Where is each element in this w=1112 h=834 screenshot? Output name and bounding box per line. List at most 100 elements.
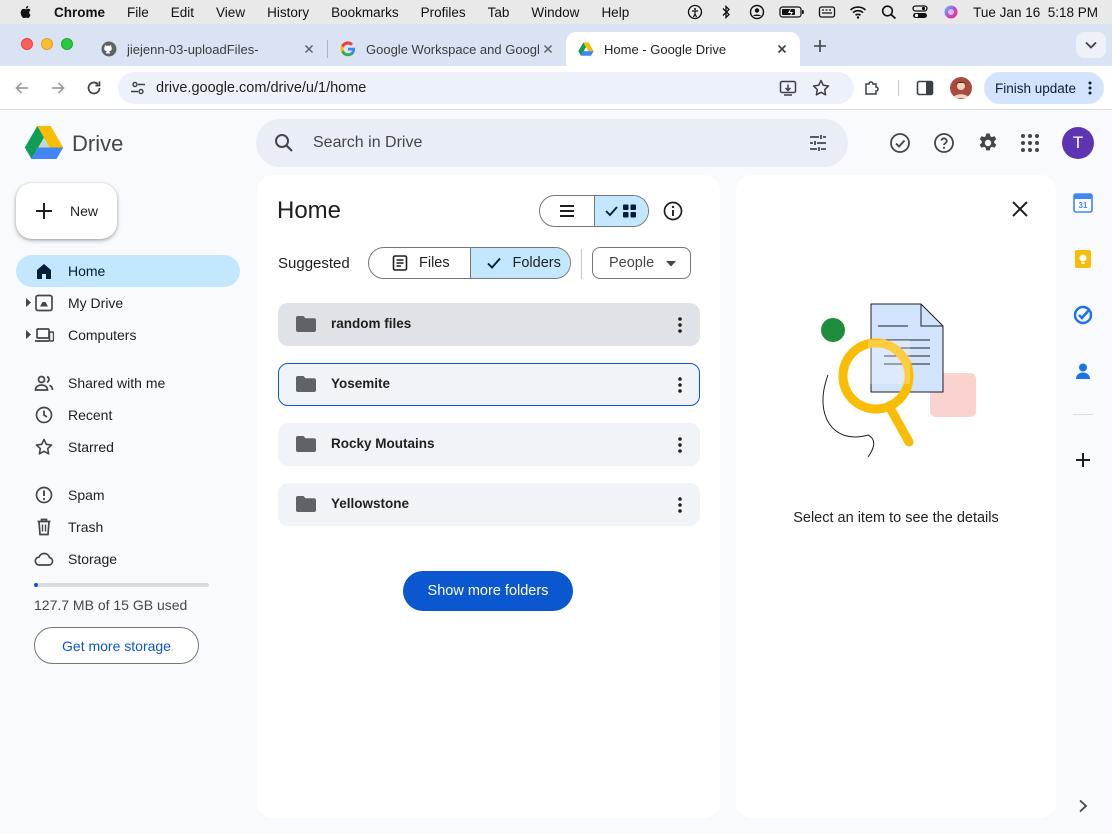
more-actions-icon[interactable]	[671, 495, 689, 515]
spam-icon	[35, 486, 53, 504]
menu-bookmarks[interactable]: Bookmarks	[331, 5, 399, 20]
search-input[interactable]: Search in Drive	[313, 134, 422, 152]
folder-card[interactable]: Rocky Moutains	[278, 423, 700, 466]
sidebar-item-starred[interactable]: Starred	[16, 431, 240, 463]
search-icon[interactable]	[274, 133, 294, 153]
siri-icon[interactable]	[942, 4, 960, 20]
contacts-icon[interactable]	[1073, 361, 1093, 381]
keyboard-icon[interactable]	[818, 4, 836, 20]
people-filter-dropdown[interactable]: People	[592, 247, 691, 279]
user-account-icon[interactable]	[748, 4, 766, 20]
finish-update-button[interactable]: Finish update	[984, 72, 1104, 104]
accessibility-icon[interactable]	[686, 4, 704, 20]
tab-title: Home - Google Drive	[604, 41, 727, 57]
reload-icon[interactable]	[84, 78, 104, 98]
more-actions-icon[interactable]	[671, 375, 689, 395]
address-bar[interactable]: drive.google.com/drive/u/1/home	[118, 72, 854, 104]
sidebar-item-trash[interactable]: Trash	[16, 511, 240, 543]
search-options-icon[interactable]	[808, 133, 828, 153]
sidebar-item-spam[interactable]: Spam	[16, 479, 240, 511]
menu-profiles[interactable]: Profiles	[421, 5, 466, 20]
keep-icon[interactable]	[1073, 249, 1093, 269]
github-icon	[101, 41, 117, 57]
ready-for-offline-icon[interactable]	[889, 132, 911, 154]
menu-file[interactable]: File	[127, 5, 149, 20]
folder-card[interactable]: random files	[278, 303, 700, 346]
folder-card[interactable]: Yellowstone	[278, 483, 700, 526]
sidebar-item-my-drive[interactable]: My Drive	[16, 287, 240, 319]
menu-view[interactable]: View	[216, 5, 245, 20]
zoom-window-button[interactable]	[61, 38, 73, 50]
folders-chip[interactable]: Folders	[469, 248, 570, 278]
sidebar-item-label: Recent	[68, 407, 113, 423]
folder-card[interactable]: Yosemite	[278, 363, 700, 406]
site-settings-icon[interactable]	[130, 80, 146, 96]
search-bar[interactable]: Search in Drive	[256, 119, 848, 167]
expand-caret-icon[interactable]	[25, 330, 31, 339]
close-tab-icon[interactable]	[301, 41, 317, 57]
list-view-button[interactable]	[540, 196, 594, 226]
more-vert-icon	[1088, 81, 1092, 95]
back-icon[interactable]	[12, 78, 32, 98]
sidebar-item-recent[interactable]: Recent	[16, 399, 240, 431]
more-actions-icon[interactable]	[671, 435, 689, 455]
menu-app-chrome[interactable]: Chrome	[54, 5, 105, 20]
tasks-icon[interactable]	[1073, 305, 1093, 325]
tab-github[interactable]: jiejenn-03-uploadFiles-	[89, 32, 327, 66]
get-add-ons-plus-icon[interactable]	[1073, 450, 1093, 470]
sidebar-item-label: Trash	[68, 519, 104, 535]
drive-brand[interactable]: Drive	[72, 131, 123, 157]
get-more-storage-button[interactable]: Get more storage	[34, 627, 199, 664]
menu-history[interactable]: History	[267, 5, 309, 20]
tab-google-drive[interactable]: Home - Google Drive	[566, 32, 800, 66]
menu-window[interactable]: Window	[531, 5, 579, 20]
wifi-icon[interactable]	[849, 4, 867, 20]
spotlight-search-icon[interactable]	[880, 4, 898, 20]
sidebar-item-shared-with-me[interactable]: Shared with me	[16, 367, 240, 399]
more-actions-icon[interactable]	[671, 315, 689, 335]
close-icon[interactable]	[1009, 198, 1031, 220]
drive-logo-icon[interactable]	[24, 125, 64, 161]
close-tab-icon[interactable]	[540, 41, 556, 57]
account-avatar[interactable]: T	[1062, 127, 1094, 159]
chevron-right-icon[interactable]	[1077, 799, 1089, 813]
new-tab-icon[interactable]	[811, 37, 829, 55]
toolbar-separator	[898, 80, 899, 96]
info-icon[interactable]	[662, 200, 684, 222]
bluetooth-icon[interactable]	[717, 4, 735, 20]
url-text[interactable]: drive.google.com/drive/u/1/home	[156, 80, 366, 96]
tab-search-button[interactable]	[1076, 32, 1106, 58]
google-apps-icon[interactable]	[1019, 132, 1041, 154]
clock[interactable]: Tue Jan 16 5:18 PM	[973, 5, 1098, 20]
files-chip[interactable]: Files	[369, 248, 470, 278]
sidebar-item-storage[interactable]: Storage	[16, 543, 240, 575]
side-panel-icon[interactable]	[915, 78, 935, 98]
close-window-button[interactable]	[21, 38, 33, 50]
battery-icon[interactable]	[779, 4, 805, 20]
home-icon	[37, 264, 51, 279]
menu-edit[interactable]: Edit	[171, 5, 194, 20]
extensions-icon[interactable]	[862, 78, 882, 98]
apple-icon[interactable]	[18, 4, 34, 20]
menu-help[interactable]: Help	[601, 5, 629, 20]
menu-tab[interactable]: Tab	[488, 5, 510, 20]
bookmark-star-icon[interactable]	[811, 78, 831, 98]
grid-view-button[interactable]	[593, 196, 648, 226]
show-more-folders-button[interactable]: Show more folders	[403, 571, 573, 611]
control-center-icon[interactable]	[911, 4, 929, 20]
close-tab-icon[interactable]	[774, 41, 790, 57]
profile-avatar[interactable]	[950, 77, 972, 99]
settings-gear-icon[interactable]	[977, 132, 999, 154]
sidebar-item-computers[interactable]: Computers	[16, 319, 240, 351]
sidebar-item-home[interactable]: Home	[16, 255, 240, 287]
forward-icon[interactable]	[48, 78, 68, 98]
install-app-icon[interactable]	[778, 78, 798, 98]
minimize-window-button[interactable]	[41, 38, 53, 50]
tab-google-workspace[interactable]: Google Workspace and Googl	[328, 32, 566, 66]
help-icon[interactable]	[933, 132, 955, 154]
calendar-icon[interactable]: 31	[1073, 193, 1093, 213]
tab-title: Google Workspace and Googl	[366, 41, 540, 57]
expand-caret-icon[interactable]	[25, 298, 31, 307]
folder-icon	[296, 316, 316, 332]
new-button[interactable]: New	[16, 183, 117, 239]
